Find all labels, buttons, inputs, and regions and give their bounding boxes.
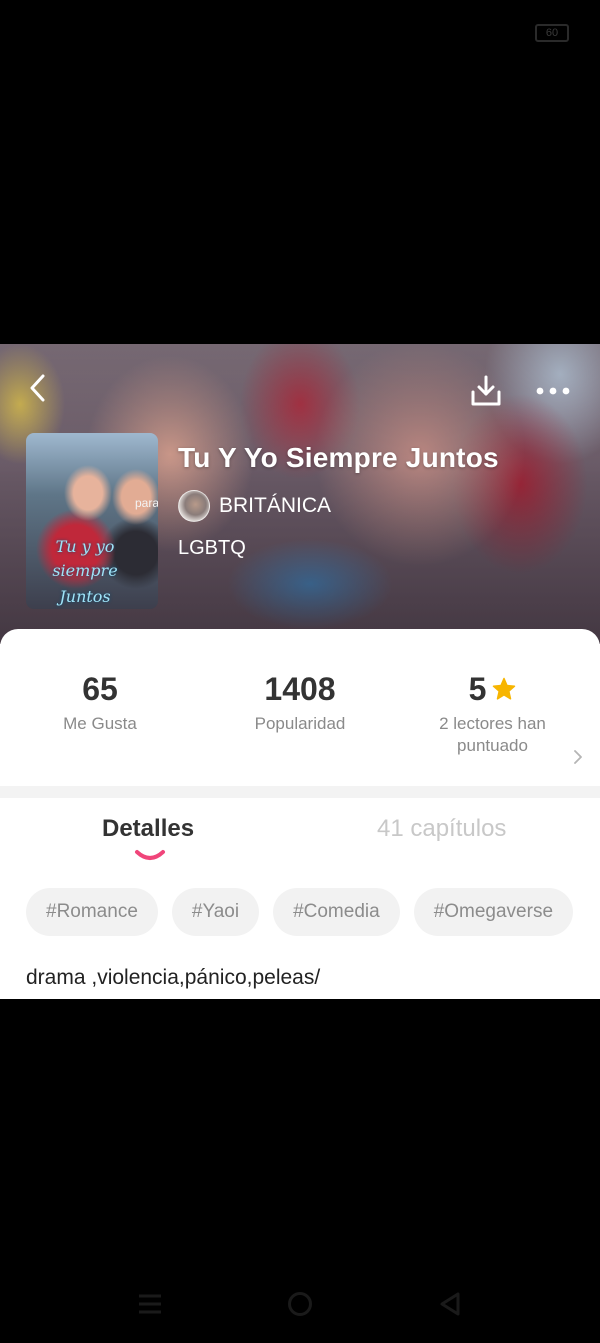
star-icon [492,677,516,701]
tag-chip[interactable]: #Comedia [273,888,400,936]
back-triangle-icon [440,1292,460,1316]
tag-chip[interactable]: #Yaoi [171,888,260,936]
popularity-count: 1408 [264,671,336,707]
chevron-left-icon [30,374,45,402]
more-dots-icon [536,387,570,395]
active-tab-indicator [134,849,166,868]
battery-indicator: 60 [535,24,569,42]
download-icon [471,375,501,406]
book-description: drama ,violencia,pánico,peleas/ [26,966,321,989]
details-card: 65 Me Gusta 1408 Popularidad 5 2 lectore… [0,629,600,999]
menu-icon [139,1294,161,1314]
stat-likes: 65 Me Gusta [40,669,160,735]
section-divider [0,786,600,798]
tab-chapters[interactable]: 41 capítulos [377,815,506,843]
author-avatar [178,490,210,522]
home-icon [288,1292,312,1316]
likes-count: 65 [82,671,118,707]
cover-title-line: Juntos [59,587,111,606]
cover-title-line: siempre [52,561,118,580]
system-nav-bar [0,1260,600,1343]
stat-popularity: 1408 Popularidad [230,669,370,735]
tags-list: #Romance #Yaoi #Comedia #Omegaverse [26,888,574,936]
home-button[interactable] [284,1288,316,1320]
rating-label-line: puntuado [457,736,528,755]
book-detail-screen: para Tu y yo siempre Juntos Tu Y Yo Siem… [0,344,600,999]
rating-value-row: 5 [420,669,565,709]
rating-value: 5 [468,671,487,707]
more-options-button[interactable] [531,374,575,408]
download-button[interactable] [467,372,505,410]
back-button[interactable] [20,370,56,406]
likes-label: Me Gusta [63,714,137,733]
cover-title-line: Tu y yo [55,537,115,556]
author-name: BRITÁNICA [219,494,332,517]
menu-button[interactable] [134,1288,166,1320]
book-cover[interactable]: para Tu y yo siempre Juntos [26,433,158,609]
system-back-button[interactable] [434,1288,466,1320]
author-link[interactable]: BRITÁNICA [178,490,331,522]
tag-chip[interactable]: #Omegaverse [413,888,574,936]
tab-details[interactable]: Detalles [102,815,194,843]
genre-label: LGBTQ [178,537,246,559]
popularity-label: Popularidad [254,714,346,733]
book-title: Tu Y Yo Siempre Juntos [178,442,499,473]
top-bar [0,344,600,434]
stat-rating[interactable]: 5 2 lectores han puntuado [420,669,565,757]
rating-label: 2 lectores han puntuado [420,713,565,757]
chevron-right-icon[interactable] [572,747,584,767]
tag-chip[interactable]: #Romance [26,888,158,936]
rating-label-line: 2 lectores han [439,714,546,733]
cover-overlay-text: para [135,496,158,510]
battery-level: 60 [545,27,559,39]
